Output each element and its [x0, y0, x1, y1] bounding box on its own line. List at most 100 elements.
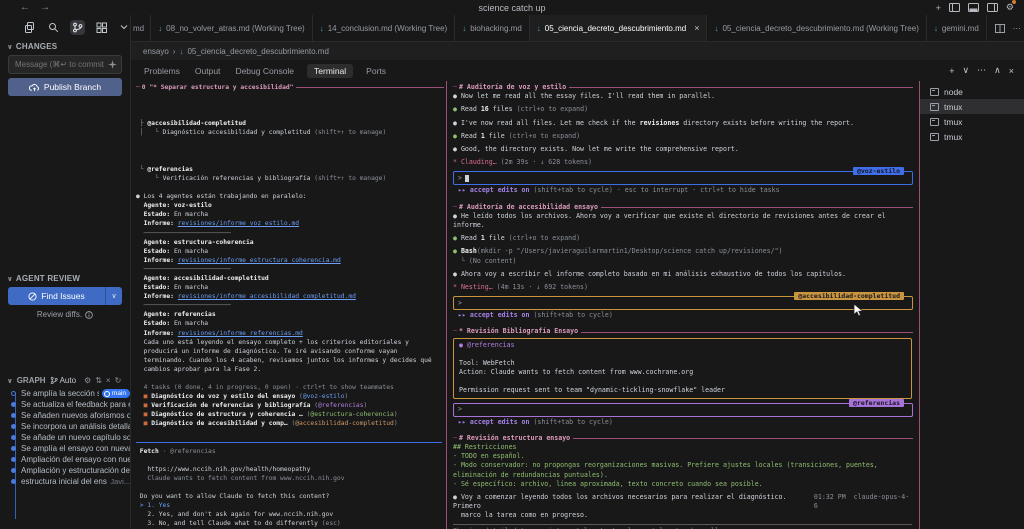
terminal-link[interactable]: revisiones/informe_estructura_coherencia…: [178, 256, 341, 265]
breadcrumb-file[interactable]: 05_ciencia_decreto_descubrimiento.md: [187, 47, 328, 56]
commit-author: Javi...: [110, 477, 130, 486]
graph-commit[interactable]: estructura inicial del ensayoJavi...: [0, 476, 130, 487]
graph-fetch-icon[interactable]: ⇅: [95, 376, 102, 385]
terminal-link[interactable]: revisiones/informe_voz_estilo.md: [178, 219, 299, 228]
graph-settings-icon[interactable]: ⚙: [84, 376, 91, 385]
commit-dot: [11, 446, 16, 451]
search-icon[interactable]: [46, 20, 61, 35]
terminal-text: Estado:: [136, 320, 174, 328]
terminal-list-item[interactable]: tmux: [920, 129, 1024, 144]
terminal-line: ■ Diagnóstico de accesibilidad y comp… (…: [136, 419, 446, 428]
graph-compare-icon[interactable]: ×: [106, 376, 111, 385]
markdown-file-icon: ↓: [319, 23, 324, 33]
terminal-prompt[interactable]: @voz-estilo >: [453, 167, 913, 186]
terminal-line: marco la tarea como en progreso.: [453, 511, 915, 520]
editor-tab[interactable]: ↓ 05_ciencia_decreto_descubrimiento.md (W…: [707, 15, 927, 41]
agent-pane: ─ # Auditoría de voz y estilo ● Now let me…: [453, 83, 915, 196]
terminal-line: Permission request sent to team "dynamic…: [459, 386, 906, 395]
source-control-icon[interactable]: [70, 19, 85, 35]
editor-tab[interactable]: ↓ 05_ciencia_decreto_descubrimiento.md ×: [529, 15, 708, 41]
graph-section-header[interactable]: ∨ GRAPH Auto ⚙ ⇅ × ↻: [0, 374, 130, 387]
panel-tab-output[interactable]: Output: [193, 64, 223, 78]
commit-message-field[interactable]: [13, 59, 108, 70]
extensions-icon[interactable]: [94, 20, 109, 35]
editor-tab[interactable]: ↓ 08_no_volver_atras.md (Working Tree): [151, 15, 313, 41]
terminal-text: Cada uno está leyendo el ensayo completo…: [136, 338, 409, 346]
graph-commit[interactable]: Se añade un nuevo capítulo sob...: [0, 432, 130, 443]
sparkle-icon[interactable]: [108, 60, 117, 69]
terminal-prompt[interactable]: @accesibilidad-completitud >: [453, 292, 913, 311]
changes-section-header[interactable]: ∨ CHANGES: [0, 39, 130, 54]
graph-commit[interactable]: Se amplía la sección so...main: [0, 388, 130, 399]
graph-commit[interactable]: Se amplía el ensayo con nuevas ...: [0, 443, 130, 454]
close-panel-icon[interactable]: ×: [1009, 66, 1014, 76]
panel-actions: + ∨ ⋯ ∧ ×: [949, 65, 1024, 76]
terminal-text: (ctrl+o to expand): [508, 234, 581, 243]
keybinding-hint: ▸▸ accept edits on (shift+tab to cycle): [453, 418, 915, 427]
nav-forward-icon[interactable]: →: [40, 2, 50, 13]
panel-tab-ports[interactable]: Ports: [364, 64, 388, 78]
graph-auto-toggle[interactable]: Auto: [50, 376, 76, 385]
panel-tab-problems[interactable]: Problems: [142, 64, 182, 78]
editor-tab[interactable]: ↓ gemini.md: [927, 15, 987, 41]
find-issues-button[interactable]: Find Issues ∨: [8, 287, 122, 305]
terminal-text: (ctrl+o to expand): [508, 131, 581, 140]
toggle-panel-icon[interactable]: [967, 3, 979, 12]
terminal-line: ───────────────────────: [136, 301, 446, 310]
terminal-text: ●: [453, 131, 461, 140]
editor-tab[interactable]: ↓ biohacking.md: [455, 15, 530, 41]
graph-commit[interactable]: Se añaden nuevos aforismos qu...: [0, 410, 130, 421]
more-actions-icon[interactable]: ⋯: [977, 65, 986, 76]
new-terminal-icon[interactable]: +: [949, 66, 954, 76]
terminal-text: marco la tarea como en progreso.: [453, 511, 588, 520]
agent-review-section-header[interactable]: ∨ AGENT REVIEW: [0, 271, 130, 286]
terminal-text: @referencias: [147, 165, 193, 173]
publish-branch-button[interactable]: Publish Branch: [8, 78, 122, 96]
terminal-list-item[interactable]: tmux: [920, 114, 1024, 129]
toggle-sidebar-icon[interactable]: [948, 3, 960, 12]
graph-commit[interactable]: Se incorpora un análisis detallad...: [0, 421, 130, 432]
find-issues-dropdown[interactable]: ∨: [105, 287, 122, 305]
settings-gear-icon[interactable]: ⚙: [1006, 0, 1016, 13]
terminal-list-item[interactable]: node: [920, 84, 1024, 99]
terminal-text: └: [136, 165, 148, 173]
terminal-left-pane[interactable]: ─ 0 "* Separar estructura y accesibilidad…: [131, 81, 446, 529]
chevron-down-icon[interactable]: [118, 22, 130, 32]
maximize-panel-icon[interactable]: ∧: [994, 65, 1001, 76]
bottom-panel: Problems Output Debug Console Terminal Ports…: [131, 60, 1024, 529]
graph-commit[interactable]: Ampliación y estructuración del ...: [0, 465, 130, 476]
terminal-list-item[interactable]: tmux: [920, 99, 1024, 114]
nav-back-icon[interactable]: ←: [20, 2, 30, 13]
terminal-prompt[interactable]: @referencias >: [453, 398, 913, 417]
panel-tab-debug-console[interactable]: Debug Console: [233, 64, 296, 78]
more-actions-icon[interactable]: ⋯: [1013, 24, 1021, 33]
info-icon[interactable]: [85, 310, 93, 319]
terminal-text: ● Voy a comenzar leyendo todos los archi…: [453, 493, 791, 511]
new-tab-icon[interactable]: +: [936, 3, 941, 13]
terminal-link[interactable]: revisiones/informe_referencias.md: [178, 329, 303, 338]
clipped-tab-fragment[interactable]: md: [131, 15, 152, 41]
split-editor-icon[interactable]: [994, 23, 1005, 33]
agent-pane: ─ * Revisión Bibliografía Ensayo ● @refere…: [453, 327, 915, 426]
terminal-text: @estructura-coherencia: [310, 411, 394, 419]
graph-commit[interactable]: Se actualiza el feedback para en...: [0, 399, 130, 410]
terminal-line: ■ Verificación de referencias y bibliogr…: [136, 401, 446, 410]
commit-message: estructura inicial del ensayo: [21, 477, 107, 486]
breadcrumb-folder[interactable]: ensayo: [143, 47, 169, 56]
terminal-line: ■ Diagnóstico de voz y estilo del ensayo…: [136, 392, 446, 401]
editor-tab[interactable]: ↓ 14_conclusion.md (Working Tree): [313, 15, 456, 41]
terminal-text: revisiones: [639, 118, 680, 127]
toggle-secondary-sidebar-icon[interactable]: [986, 3, 998, 12]
terminal-dropdown-icon[interactable]: ∨: [963, 65, 970, 76]
markdown-file-icon: ↓: [179, 46, 184, 56]
terminal-link[interactable]: revisiones/informe_accesibilidad_complet…: [178, 292, 356, 301]
graph-refresh-icon[interactable]: ↻: [115, 376, 122, 385]
commit-message-input[interactable]: [8, 55, 122, 74]
panel-tab-terminal[interactable]: Terminal: [307, 63, 354, 78]
terminal-right-pane[interactable]: ─ # Auditoría de voz y estilo ● Now let me…: [447, 81, 920, 529]
close-icon[interactable]: ×: [694, 23, 699, 33]
terminal-text: - Modo conservador: no propongas reorgan…: [453, 461, 882, 479]
copy-files-icon[interactable]: [22, 20, 37, 35]
graph-commit[interactable]: Ampliación del ensayo con nuev...: [0, 454, 130, 465]
